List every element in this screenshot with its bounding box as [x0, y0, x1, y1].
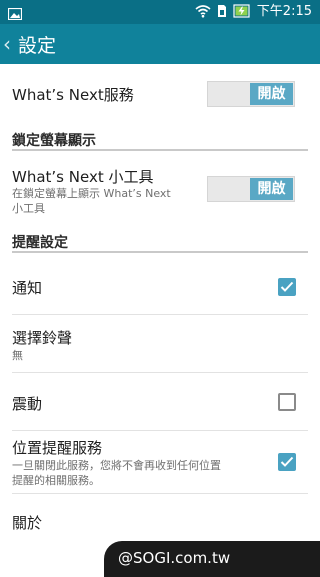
- whats-next-service-row[interactable]: What’s Next服務 開啟: [0, 64, 320, 124]
- whats-next-service-label: What’s Next服務: [12, 86, 134, 104]
- vibrate-checkbox[interactable]: [278, 393, 296, 411]
- battery-charging-icon: [233, 3, 251, 22]
- page-title[interactable]: 設定: [18, 31, 56, 58]
- whats-next-widget-toggle[interactable]: 開啟: [207, 176, 295, 202]
- clock: 下午2:15: [256, 4, 312, 19]
- sim-card-icon: [217, 3, 227, 22]
- notification-label: 通知: [12, 279, 43, 297]
- toggle-on-label: 開啟: [250, 83, 293, 105]
- location-reminder-subtitle-1: 一旦關閉此服務，您將不會再收到任何位置: [12, 459, 221, 472]
- lock-screen-section-title: 鎖定螢幕顯示: [12, 133, 96, 149]
- about-label: 關於: [12, 514, 43, 532]
- location-reminder-subtitle-2: 提醒的相關服務。: [12, 474, 100, 487]
- location-reminder-row[interactable]: 位置提醒服務 一旦關閉此服務，您將不會再收到任何位置 提醒的相關服務。: [0, 431, 320, 493]
- about-row[interactable]: 關於: [0, 494, 320, 544]
- section-divider: [12, 149, 308, 151]
- whats-next-widget-label: What’s Next 小工具: [12, 168, 154, 186]
- whats-next-service-toggle[interactable]: 開啟: [207, 81, 295, 107]
- notification-checkbox[interactable]: [278, 278, 296, 296]
- whats-next-widget-row[interactable]: What’s Next 小工具 在鎖定螢幕上顯示 What’s Next 小工具…: [0, 160, 320, 222]
- ringtone-row[interactable]: 選擇鈴聲 無: [0, 315, 320, 373]
- wifi-icon: [195, 3, 211, 22]
- toggle-on-label: 開啟: [250, 178, 293, 200]
- vibrate-row[interactable]: 震動: [0, 373, 320, 431]
- whats-next-widget-subtitle-2: 小工具: [12, 202, 45, 215]
- vibrate-label: 震動: [12, 395, 43, 413]
- whats-next-widget-subtitle-1: 在鎖定螢幕上顯示 What’s Next: [12, 187, 171, 200]
- watermark: @SOGI.com.tw: [104, 541, 320, 577]
- ringtone-label: 選擇鈴聲: [12, 329, 73, 347]
- reminder-section-title: 提醒設定: [12, 235, 68, 251]
- location-reminder-label: 位置提醒服務: [12, 439, 103, 457]
- app-bar: ‹ 設定: [0, 24, 320, 64]
- location-reminder-checkbox[interactable]: [278, 453, 296, 471]
- section-divider: [12, 251, 308, 253]
- ringtone-value: 無: [12, 349, 23, 362]
- notification-row[interactable]: 通知: [0, 255, 320, 315]
- back-icon[interactable]: ‹: [3, 24, 17, 64]
- gallery-notification-icon: [7, 5, 23, 24]
- status-bar: 下午2:15: [0, 0, 320, 24]
